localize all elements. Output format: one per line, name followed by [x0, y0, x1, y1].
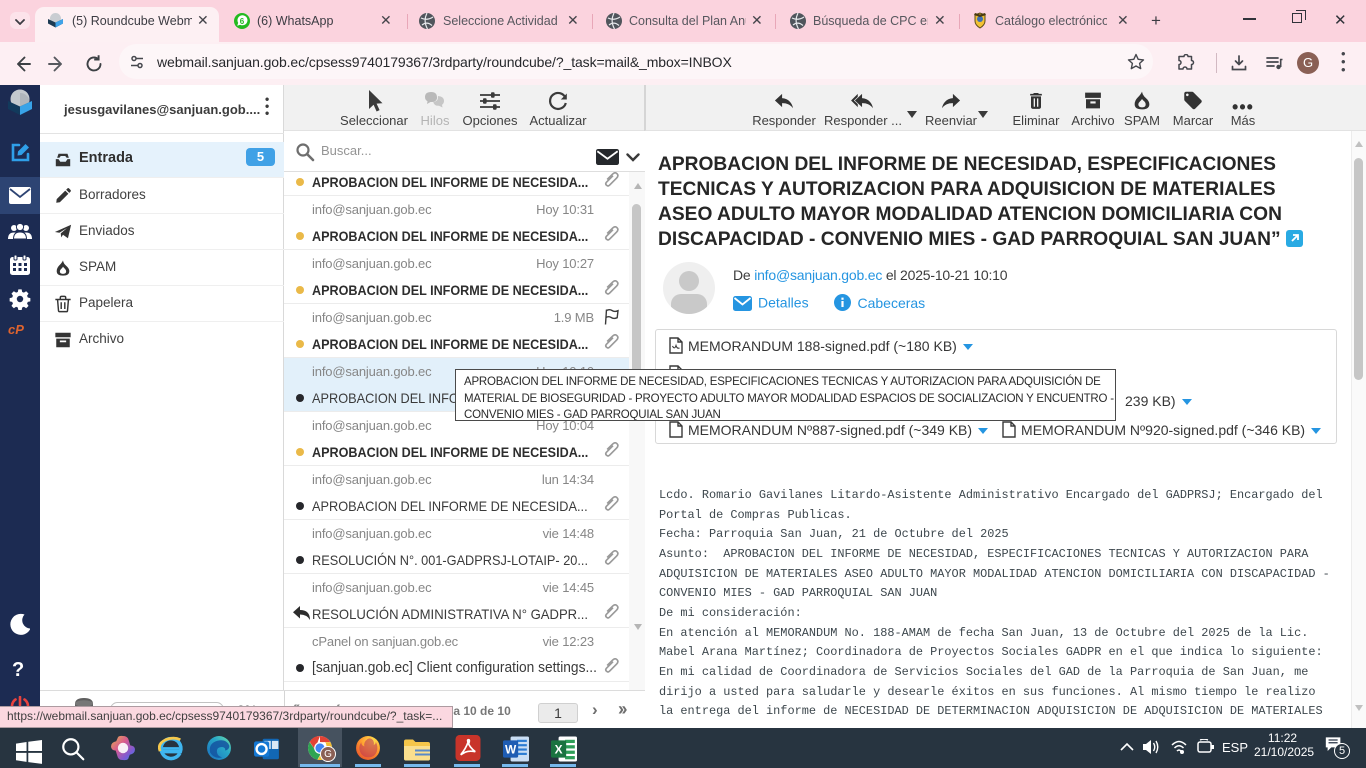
svg-text:X: X: [555, 742, 563, 756]
svg-text:W: W: [505, 742, 517, 756]
svg-text:6: 6: [240, 17, 245, 26]
